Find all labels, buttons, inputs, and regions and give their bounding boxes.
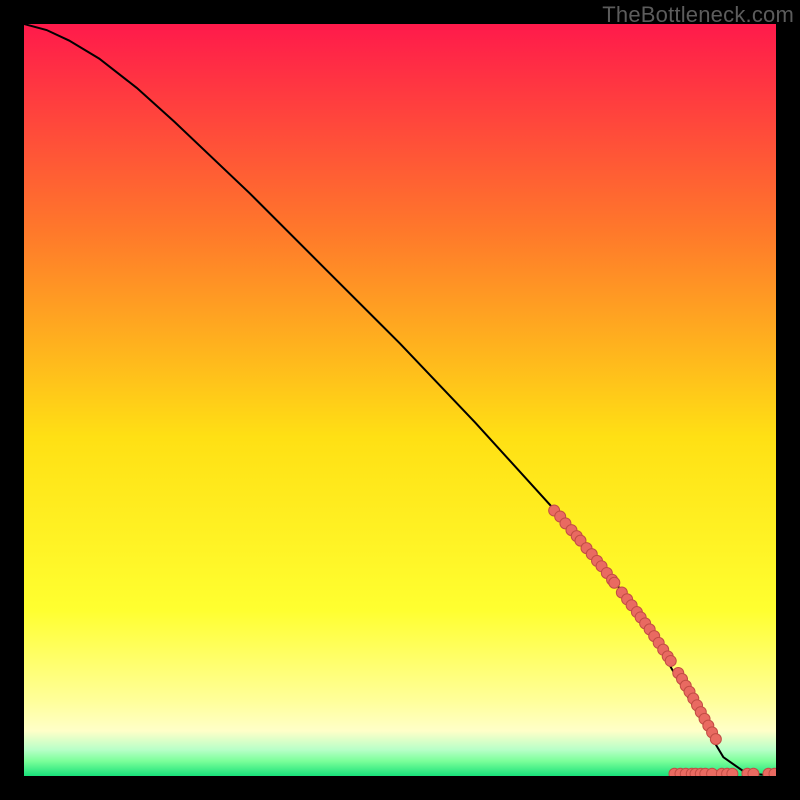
- data-marker: [665, 655, 676, 666]
- gradient-background: [24, 24, 776, 776]
- data-marker: [727, 768, 738, 776]
- data-marker: [609, 577, 620, 588]
- chart-frame: [24, 24, 776, 776]
- data-marker: [707, 768, 718, 776]
- chart-plot: [24, 24, 776, 776]
- watermark-text: TheBottleneck.com: [602, 2, 794, 28]
- data-marker: [748, 768, 759, 776]
- data-marker: [710, 734, 721, 745]
